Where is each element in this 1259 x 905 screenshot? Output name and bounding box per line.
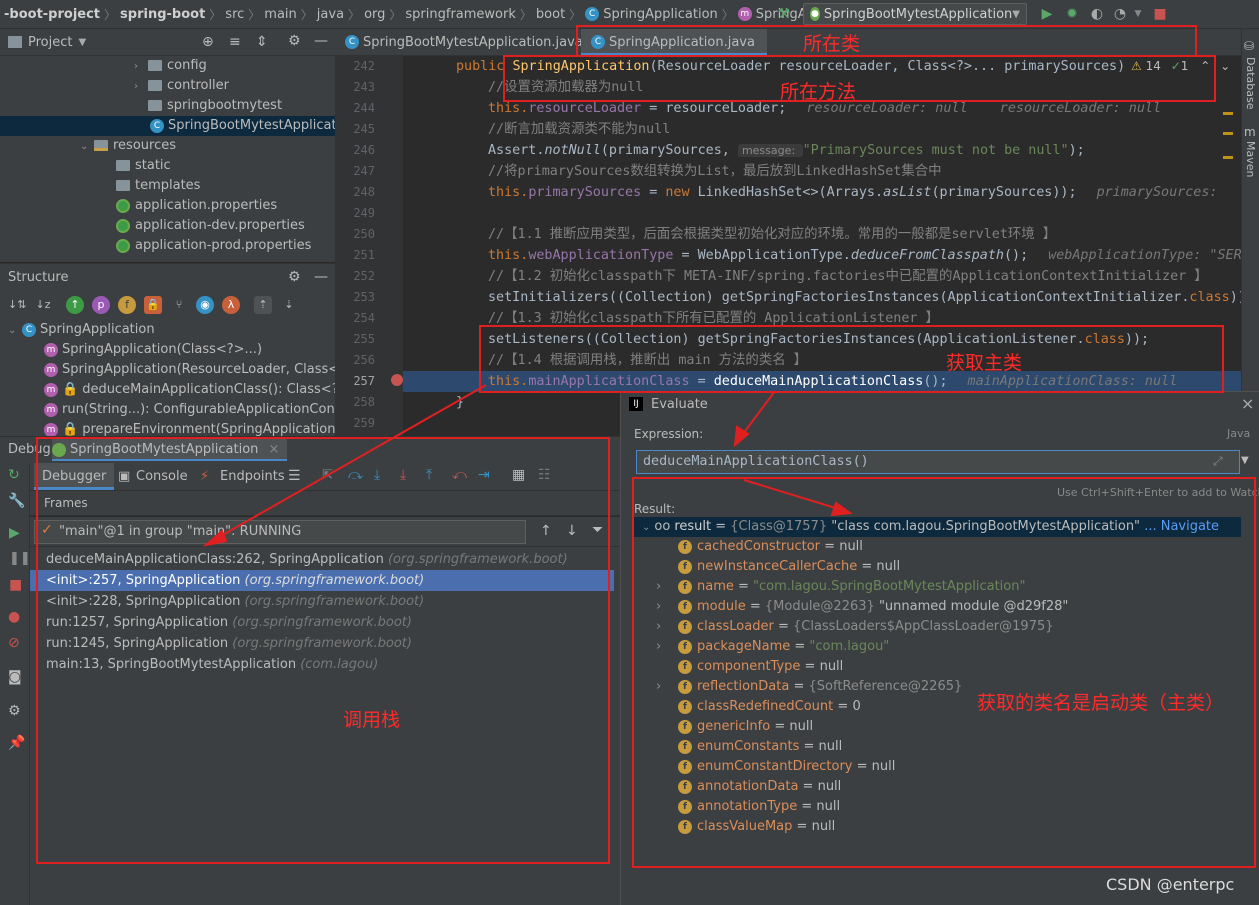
watermark: CSDN @enterpc: [1106, 875, 1235, 894]
arrow-head: [830, 501, 853, 517]
arrow-head: [202, 529, 228, 547]
annotation-arrows: [202, 384, 853, 547]
arrow-to-expression: [739, 390, 776, 439]
arrow-to-result: [743, 479, 843, 511]
arrow-to-stack: [213, 384, 487, 541]
